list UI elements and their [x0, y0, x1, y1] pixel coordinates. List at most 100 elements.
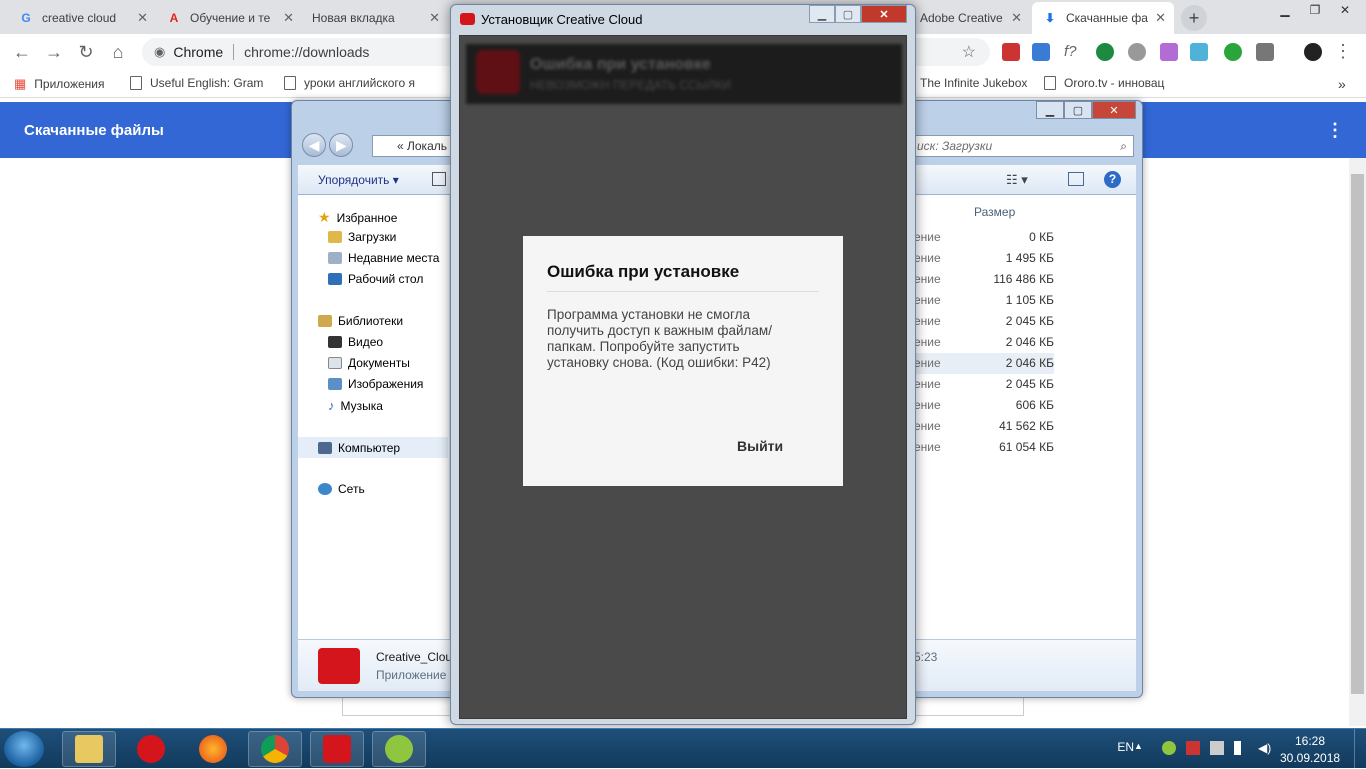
- extension-icon[interactable]: [1128, 43, 1146, 61]
- restore-icon[interactable]: ❐: [1300, 0, 1330, 20]
- start-button[interactable]: [4, 731, 44, 767]
- close-icon[interactable]: ✕: [1155, 10, 1166, 26]
- language-indicator[interactable]: EN: [1117, 740, 1134, 754]
- table-row[interactable]: ение 0 КБ: [914, 227, 1054, 248]
- volume-icon[interactable]: ◀): [1258, 741, 1272, 755]
- table-row[interactable]: ение 1 105 КБ: [914, 290, 1054, 311]
- forward-arrow-icon[interactable]: ▶: [329, 133, 354, 157]
- nav-video[interactable]: Видео: [328, 335, 383, 349]
- taskbar-app[interactable]: [372, 731, 426, 767]
- tray-app-icon[interactable]: [1162, 741, 1176, 755]
- extension-icon[interactable]: [1160, 43, 1178, 61]
- table-row[interactable]: ение 2 046 КБ: [914, 353, 1054, 374]
- tray-device-icon[interactable]: [1210, 741, 1224, 755]
- extension-icon[interactable]: [1256, 43, 1274, 61]
- nav-favorites[interactable]: ★ Избранное: [318, 209, 397, 226]
- close-icon[interactable]: ✕: [1011, 10, 1022, 26]
- tab-downloads[interactable]: ⬇ Скачанные фа ✕: [1032, 2, 1174, 34]
- taskbar-chrome[interactable]: [248, 731, 302, 767]
- scrollbar-thumb[interactable]: [1351, 174, 1364, 694]
- help-icon[interactable]: ?: [1104, 171, 1121, 188]
- nav-images[interactable]: Изображения: [328, 377, 423, 391]
- close-icon[interactable]: ✕: [137, 10, 148, 26]
- tray-flag-icon[interactable]: [1186, 741, 1200, 755]
- file-size-cell: 2 046 КБ: [1005, 356, 1054, 370]
- minimize-icon[interactable]: ▁: [1270, 0, 1300, 20]
- column-header-size[interactable]: Размер: [974, 205, 1015, 219]
- nav-network[interactable]: Сеть: [318, 482, 365, 496]
- maximize-icon[interactable]: ▢: [1064, 101, 1092, 119]
- show-desktop-button[interactable]: [1354, 729, 1366, 769]
- plus-app-icon: [385, 735, 413, 763]
- minimize-icon[interactable]: ▁: [1036, 101, 1064, 119]
- extension-icon[interactable]: [1002, 43, 1020, 61]
- taskbar-explorer[interactable]: [62, 731, 116, 767]
- table-row[interactable]: ение 41 562 КБ: [914, 416, 1054, 437]
- bookmark-item[interactable]: уроки английского я: [284, 76, 432, 90]
- extension-icon[interactable]: [1032, 43, 1050, 61]
- maximize-icon[interactable]: ▢: [835, 5, 861, 23]
- extension-icon[interactable]: [1096, 43, 1114, 61]
- nav-documents[interactable]: Документы: [328, 356, 410, 370]
- forward-arrow-icon[interactable]: →: [44, 42, 64, 62]
- nav-downloads[interactable]: Загрузки: [328, 230, 396, 244]
- explorer-search-input[interactable]: иск: Загрузки ⌕: [908, 135, 1134, 157]
- nav-computer[interactable]: Компьютер: [298, 437, 448, 458]
- table-row[interactable]: ение 116 486 КБ: [914, 269, 1054, 290]
- tab-label: Новая вкладка: [312, 11, 395, 25]
- close-icon[interactable]: ✕: [861, 5, 907, 23]
- new-tab-button[interactable]: +: [1181, 5, 1207, 31]
- preview-pane-icon[interactable]: [1068, 172, 1084, 186]
- bookmarks-overflow[interactable]: »: [1338, 76, 1346, 92]
- tab-creative-cloud-search[interactable]: G creative cloud ✕: [8, 2, 156, 34]
- bookmark-item[interactable]: Useful English: Gram: [130, 76, 263, 90]
- taskbar-firefox[interactable]: [186, 731, 240, 767]
- star-icon[interactable]: ☆: [962, 42, 976, 62]
- nav-desktop[interactable]: Рабочий стол: [328, 272, 423, 286]
- extension-icon[interactable]: [1190, 43, 1208, 61]
- table-row[interactable]: ение 1 495 КБ: [914, 248, 1054, 269]
- bookmark-apps[interactable]: ▦ Приложения: [14, 76, 105, 92]
- clock-time[interactable]: 16:28: [1280, 734, 1340, 748]
- chrome-menu-icon[interactable]: ⋮: [1334, 41, 1352, 62]
- close-icon[interactable]: ✕: [429, 10, 440, 26]
- table-row[interactable]: ение 61 054 КБ: [914, 437, 1054, 458]
- taskbar-creative-cloud[interactable]: [310, 731, 364, 767]
- nav-music[interactable]: ♪ Музыка: [328, 398, 383, 413]
- minimize-icon[interactable]: ▁: [809, 5, 835, 23]
- view-options-icon[interactable]: ☷ ▾: [1006, 172, 1028, 188]
- show-hidden-icons-icon[interactable]: ▲: [1134, 741, 1148, 755]
- tab-adobe-creative[interactable]: Adobe Creative ✕: [910, 2, 1030, 34]
- table-row[interactable]: ение 606 КБ: [914, 395, 1054, 416]
- close-icon[interactable]: ✕: [1330, 0, 1360, 20]
- file-size-cell: 606 КБ: [1015, 398, 1054, 412]
- reload-icon[interactable]: ↻: [76, 42, 96, 62]
- tab-new-tab[interactable]: Новая вкладка ✕: [302, 2, 448, 34]
- close-icon[interactable]: ✕: [283, 10, 294, 26]
- network-signal-icon[interactable]: [1234, 741, 1248, 755]
- table-row[interactable]: ение 2 045 КБ: [914, 311, 1054, 332]
- organize-button[interactable]: Упорядочить ▾: [318, 173, 399, 187]
- page-scrollbar[interactable]: [1349, 158, 1366, 726]
- nav-recent[interactable]: Недавние места: [328, 251, 439, 265]
- table-row[interactable]: ение 2 045 КБ: [914, 374, 1054, 395]
- quit-button[interactable]: Выйти: [737, 438, 783, 454]
- nav-libraries[interactable]: Библиотеки: [318, 314, 403, 328]
- extension-icon[interactable]: [1224, 43, 1242, 61]
- taskbar-opera[interactable]: [124, 731, 178, 767]
- back-arrow-icon[interactable]: ◀: [302, 133, 326, 157]
- bookmark-item[interactable]: The Infinite Jukebox: [920, 76, 1027, 90]
- bookmark-item[interactable]: Ororo.tv - инновац: [1044, 76, 1164, 90]
- search-icon[interactable]: ⌕: [1120, 139, 1127, 154]
- clock-date[interactable]: 30.09.2018: [1280, 751, 1340, 765]
- back-arrow-icon[interactable]: ←: [12, 42, 32, 62]
- close-icon[interactable]: ✕: [1092, 101, 1136, 119]
- more-menu-icon[interactable]: ⋮: [1326, 120, 1344, 141]
- home-icon[interactable]: ⌂: [108, 42, 128, 62]
- formula-extension-icon[interactable]: f?: [1064, 43, 1082, 61]
- nav-label: Загрузки: [348, 230, 397, 244]
- table-row[interactable]: ение 2 046 КБ: [914, 332, 1054, 353]
- properties-icon[interactable]: [432, 172, 446, 186]
- avatar[interactable]: [1304, 43, 1322, 61]
- tab-adobe-learn[interactable]: A Обучение и те ✕: [156, 2, 302, 34]
